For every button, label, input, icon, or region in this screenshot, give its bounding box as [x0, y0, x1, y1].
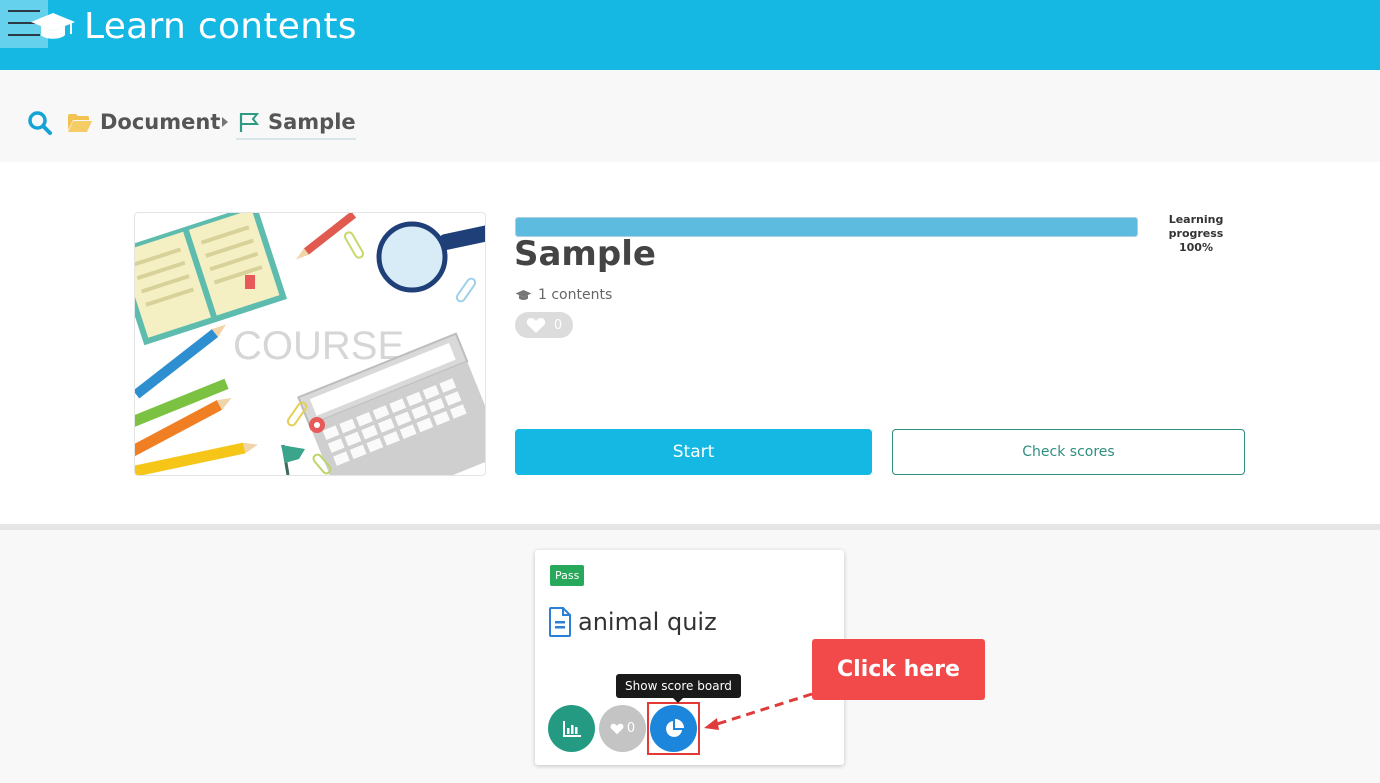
score-board-highlight [647, 702, 700, 755]
flag-icon [239, 113, 260, 132]
heart-icon [610, 723, 624, 734]
folder-open-icon [68, 114, 92, 132]
dashed-arrow-icon [704, 692, 813, 730]
learning-progress-value: 100% [1179, 241, 1213, 254]
course-panel: COURSE Learning progress 100% Sample 1 c… [0, 162, 1380, 524]
heart-icon [526, 317, 546, 333]
learning-progress-label: Learning progress 100% [1140, 213, 1252, 255]
pass-badge: Pass [550, 565, 585, 586]
bar-chart-icon [562, 720, 581, 737]
stats-button[interactable] [548, 705, 595, 752]
course-thumbnail: COURSE [134, 212, 486, 476]
document-icon [549, 607, 571, 637]
course-like-button[interactable]: 0 [515, 312, 573, 338]
start-button[interactable]: Start [515, 429, 872, 475]
search-icon[interactable] [27, 110, 53, 136]
content-like-count: 0 [626, 721, 636, 736]
app-title: Learn contents [84, 5, 357, 47]
learning-progress-caption: Learning progress [1168, 213, 1224, 240]
caret-right-icon [222, 117, 228, 127]
contents-count: 1 contents [515, 287, 612, 303]
graduation-cap-icon [31, 13, 75, 39]
click-here-callout: Click here [812, 639, 985, 700]
contents-count-text: 1 contents [538, 287, 613, 303]
course-like-count: 0 [553, 317, 563, 333]
breadcrumb-folder-link[interactable]: Document [100, 110, 220, 134]
graduation-cap-icon [515, 290, 532, 300]
app-title-group: Learn contents [30, 2, 357, 50]
breadcrumb: Document Sample [0, 70, 1380, 162]
check-scores-button[interactable]: Check scores [892, 429, 1245, 475]
content-title[interactable]: animal quiz [578, 608, 717, 636]
content-card[interactable]: Pass animal quiz 0 Show score board [535, 550, 844, 765]
content-like-button[interactable]: 0 [599, 705, 646, 752]
thumbnail-text: COURSE [233, 324, 404, 368]
course-title: Sample [514, 234, 656, 274]
course-illustration: COURSE [135, 213, 485, 475]
app-header: Learn contents [0, 0, 1380, 70]
section-divider [0, 524, 1380, 530]
